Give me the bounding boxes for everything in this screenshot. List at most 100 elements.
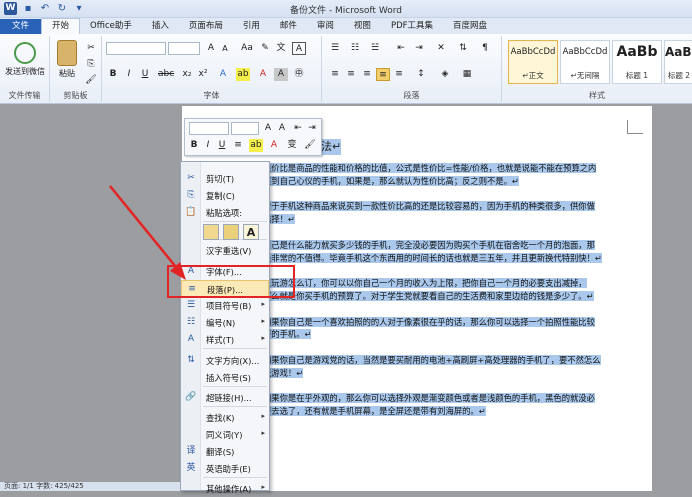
cut-small-icon[interactable]: ✂ bbox=[84, 42, 98, 55]
document-line[interactable]: 王玩游怎么订，你可以以你自己一个月的收入为上限，把你自己一个月的必要支出减掉， bbox=[263, 277, 635, 290]
tab-view[interactable]: 视图 bbox=[344, 19, 381, 34]
mini-font-name[interactable] bbox=[189, 122, 229, 135]
menu-item[interactable]: 其他操作(A) ▸ bbox=[181, 480, 269, 497]
mini-shrink-font-icon[interactable]: A bbox=[275, 122, 289, 135]
copy-small-icon[interactable]: ⎘ bbox=[84, 58, 98, 71]
menu-item[interactable]: ⇅ 文字方向(X)... bbox=[181, 352, 269, 369]
char-shading-icon[interactable]: A bbox=[274, 68, 288, 81]
document-line[interactable]: 是非常的不值得。毕竟手机这个东西用的时间长的话也就是三五年，并且更新换代特别快！… bbox=[263, 252, 635, 265]
menu-item[interactable]: ☰ 项目符号(B) ▸ bbox=[181, 297, 269, 314]
menu-item[interactable]: 插入符号(S) bbox=[181, 369, 269, 386]
document-line[interactable]: 对于手机这种商品来说买到一款性价比高的还是比较容易的，因为手机的种类很多，供你做 bbox=[263, 200, 635, 213]
document-line[interactable]: 如果你是在乎外观的，那么你可以选择外观是渐变颜色或者是浅颜色的手机，黑色的就没必 bbox=[263, 392, 635, 405]
mini-underline-icon[interactable]: U bbox=[215, 139, 229, 152]
line-spacing-icon[interactable]: ↕ bbox=[414, 68, 428, 81]
tab-file[interactable]: 文件 bbox=[0, 19, 42, 34]
enclose-char-icon[interactable]: ㊥ bbox=[292, 68, 306, 81]
strikethrough-icon[interactable]: abc bbox=[158, 68, 174, 81]
style-heading-1[interactable]: AaBb 标题 1 bbox=[612, 40, 662, 84]
document-line[interactable]: 买到自己心仪的手机，如果是，那么就认为性价比高；反之则不是。↵ bbox=[263, 175, 635, 188]
mini-italic-icon[interactable]: I bbox=[201, 139, 215, 152]
justify-icon[interactable]: ≡ bbox=[376, 68, 390, 81]
align-center-icon[interactable]: ≡ bbox=[344, 68, 358, 81]
style-normal[interactable]: AaBbCcDd ↵正文 bbox=[508, 40, 558, 84]
mini-bold-icon[interactable]: B bbox=[187, 139, 201, 152]
mini-highlight-icon[interactable]: ab bbox=[249, 139, 263, 152]
menu-item[interactable]: 汉字重选(V) bbox=[181, 242, 269, 259]
subscript-icon[interactable]: x₂ bbox=[180, 68, 194, 81]
mini-phonetic-icon[interactable]: 变 bbox=[285, 139, 299, 152]
document-line[interactable]: 好的手机。↵ bbox=[263, 328, 635, 341]
document-line[interactable]: 自己是什么能力就买多少钱的手机，完全没必要因为购买个手机在宿舍吃一个月的泡面，那 bbox=[263, 239, 635, 252]
document-line[interactable]: 性价比是商品的性能和价格的比值，公式是性价比=性能/价格，也就是说能不能在预算之… bbox=[263, 162, 635, 175]
send-to-wechat-button[interactable]: 发送到微信 bbox=[2, 42, 48, 77]
tab-review[interactable]: 审阅 bbox=[307, 19, 344, 34]
menu-item[interactable]: A 样式(T) ▸ bbox=[181, 331, 269, 348]
superscript-icon[interactable]: x² bbox=[196, 68, 210, 81]
tab-insert[interactable]: 插入 bbox=[142, 19, 179, 34]
mini-center-icon[interactable]: ≡ bbox=[231, 139, 245, 152]
increase-indent-icon[interactable]: ⇥ bbox=[412, 42, 426, 55]
mini-decrease-indent-icon[interactable]: ⇤ bbox=[291, 122, 305, 135]
mini-font-size[interactable] bbox=[231, 122, 259, 135]
mini-format-painter-icon[interactable]: 🖌 bbox=[303, 139, 317, 152]
shrink-font-icon[interactable]: A bbox=[218, 42, 232, 55]
multilevel-list-icon[interactable]: ☱ bbox=[368, 42, 382, 55]
document-line[interactable]: 如果你自己是一个喜欢拍照的的人对于像素很在乎的话，那么你可以选择一个拍照性能比较 bbox=[263, 316, 635, 329]
tab-page-layout[interactable]: 页面布局 bbox=[179, 19, 233, 34]
char-border-icon[interactable]: A bbox=[292, 42, 306, 55]
chinese-layout-icon[interactable]: ✕ bbox=[434, 42, 448, 55]
show-marks-icon[interactable]: ¶ bbox=[478, 42, 492, 55]
tab-baidu-netdisk[interactable]: 百度网盘 bbox=[443, 19, 497, 34]
align-left-icon[interactable]: ≡ bbox=[328, 68, 342, 81]
bullets-ribbon-icon[interactable]: ☰ bbox=[328, 42, 342, 55]
document-line[interactable] bbox=[263, 341, 635, 354]
tab-office-assistant[interactable]: Office助手 bbox=[80, 19, 142, 34]
shading-icon[interactable]: ◈ bbox=[438, 68, 452, 81]
document-line[interactable] bbox=[263, 264, 635, 277]
style-heading-2[interactable]: AaBl 标题 2 bbox=[664, 40, 692, 84]
mini-increase-indent-icon[interactable]: ⇥ bbox=[305, 122, 319, 135]
change-case-icon[interactable]: Aa bbox=[240, 42, 254, 55]
tab-home[interactable]: 开始 bbox=[41, 18, 81, 34]
paste-keep-source-icon[interactable] bbox=[203, 224, 219, 240]
sort-icon[interactable]: ⇅ bbox=[456, 42, 470, 55]
document-line[interactable] bbox=[263, 303, 635, 316]
style-no-spacing[interactable]: AaBbCcDd ↵无间隔 bbox=[560, 40, 610, 84]
mini-grow-font-icon[interactable]: A bbox=[261, 122, 275, 135]
font-name-select[interactable] bbox=[106, 42, 166, 55]
menu-item[interactable]: ✂ 剪切(T) bbox=[181, 170, 269, 187]
borders-icon[interactable]: ▦ bbox=[460, 68, 474, 81]
paste-button[interactable]: 粘贴 bbox=[54, 40, 80, 79]
document-line[interactable]: 要去选了，还有就是手机屏幕，是全屏还是带有刘海屏的。↵ bbox=[263, 405, 635, 418]
distribute-icon[interactable]: ≡ bbox=[392, 68, 406, 81]
align-right-icon[interactable]: ≡ bbox=[360, 68, 374, 81]
menu-item[interactable]: 英英语助手(E) bbox=[181, 460, 269, 477]
bold-icon[interactable]: B bbox=[106, 68, 120, 81]
highlight-icon[interactable]: ab bbox=[236, 68, 250, 81]
tab-pdf-tools[interactable]: PDF工具集 bbox=[381, 19, 443, 34]
underline-icon[interactable]: U bbox=[138, 68, 152, 81]
font-color-icon[interactable]: A bbox=[256, 68, 270, 81]
tab-references[interactable]: 引用 bbox=[233, 19, 270, 34]
menu-item[interactable]: 译翻译(S) bbox=[181, 443, 269, 460]
paste-merge-format-icon[interactable] bbox=[223, 224, 239, 240]
document-line[interactable] bbox=[263, 226, 635, 239]
document-line[interactable]: 那么就是你买手机的预算了。对于学生党就要看自己的生活费和家里边给的钱是多少了。↵ bbox=[263, 290, 635, 303]
phonetic-guide-icon[interactable]: 文 bbox=[274, 42, 288, 55]
document-line[interactable]: 玩游戏！↵ bbox=[263, 367, 635, 380]
document-line[interactable] bbox=[263, 188, 635, 201]
menu-item[interactable]: ⎘ 复制(C) bbox=[181, 187, 269, 204]
paste-text-only-icon[interactable]: A bbox=[243, 224, 259, 240]
grow-font-icon[interactable]: A bbox=[204, 42, 218, 55]
clear-format-icon[interactable]: ✎ bbox=[258, 42, 272, 55]
menu-item[interactable]: 查找(K) ▸ bbox=[181, 409, 269, 426]
tab-mailings[interactable]: 邮件 bbox=[270, 19, 307, 34]
mini-font-color-icon[interactable]: A bbox=[267, 139, 281, 152]
decrease-indent-icon[interactable]: ⇤ bbox=[394, 42, 408, 55]
italic-icon[interactable]: I bbox=[122, 68, 136, 81]
menu-item[interactable]: 📋 粘贴选项: bbox=[181, 204, 269, 221]
document-line[interactable] bbox=[263, 380, 635, 393]
text-effects-icon[interactable]: A bbox=[216, 68, 230, 81]
format-painter-icon[interactable]: 🖌 bbox=[84, 74, 98, 87]
